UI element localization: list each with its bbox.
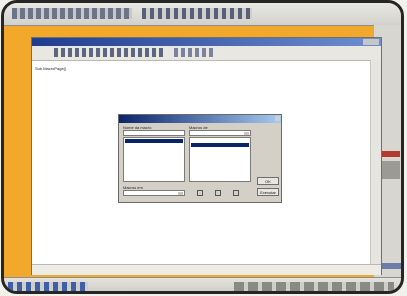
- new-icon[interactable]: [215, 190, 221, 196]
- taskbar-buttons[interactable]: [234, 282, 394, 291]
- code-line[interactable]: Sub MacroPage(): [35, 66, 66, 71]
- delete-icon[interactable]: [233, 190, 239, 196]
- window-toolbar: [32, 46, 381, 61]
- run-button[interactable]: Executar: [257, 188, 279, 196]
- macro-list[interactable]: [123, 137, 185, 182]
- status-bar: [32, 264, 381, 275]
- photo-frame: Sub MacroPage() Nome da macro Macros de …: [1, 0, 404, 294]
- open-folder-icon[interactable]: [197, 190, 203, 196]
- macro-dialog: Nome da macro Macros de Macros em OK Exe…: [118, 114, 282, 203]
- host-toolbar-icons-2[interactable]: [142, 8, 252, 19]
- toolbar-buttons-2[interactable]: [174, 48, 214, 57]
- chevron-down-icon[interactable]: [178, 192, 183, 195]
- host-toolbar: [4, 3, 401, 26]
- selected-macro-item[interactable]: [125, 139, 183, 143]
- host-toolbar-icons[interactable]: [12, 8, 132, 19]
- chevron-down-icon[interactable]: [244, 132, 249, 135]
- vertical-scrollbar[interactable]: [370, 60, 381, 264]
- macros-in-dropdown[interactable]: [189, 130, 251, 136]
- module-list[interactable]: [189, 137, 251, 182]
- macro-source-dropdown[interactable]: [123, 190, 185, 196]
- ok-button[interactable]: OK: [257, 177, 279, 185]
- taskbar-quicklaunch[interactable]: [8, 282, 88, 291]
- toolbar-buttons[interactable]: [54, 48, 164, 57]
- macro-name-field[interactable]: [123, 130, 185, 136]
- taskbar: [4, 277, 401, 291]
- close-icon[interactable]: [275, 116, 280, 121]
- window-titlebar: [32, 38, 381, 46]
- dialog-titlebar: [119, 115, 281, 123]
- selected-module-item[interactable]: [191, 143, 249, 147]
- window-controls[interactable]: [363, 39, 379, 45]
